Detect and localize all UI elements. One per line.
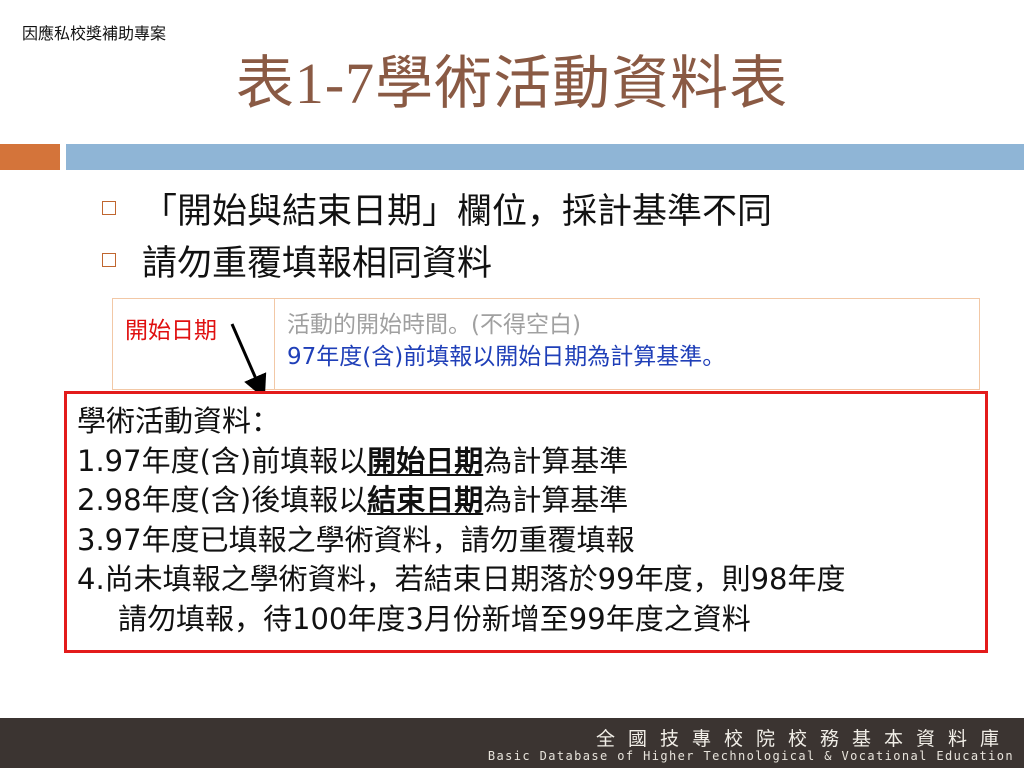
hollow-square-icon (102, 201, 116, 215)
hollow-square-icon (102, 253, 116, 267)
note-heading: 學術活動資料： (77, 404, 281, 438)
note-item-2: 2.98年度(含)後填報以結束日期為計算基準 (77, 481, 985, 521)
slide-title: 表1-7學術活動資料表 (235, 51, 789, 116)
accent-bar-blue (66, 144, 1024, 170)
note-item-1-emph: 開始日期 (367, 443, 484, 478)
bullet-text: 請勿重覆填報相同資料 (142, 243, 493, 283)
bullet-item: 請勿重覆填報相同資料 (100, 234, 772, 286)
note-item-2-emph: 結束日期 (367, 483, 484, 517)
bullet-list: 「開始與結束日期」欄位，採計基準不同 請勿重覆填報相同資料 (100, 182, 772, 286)
accent-bar-orange (0, 144, 60, 170)
bullet-text: 「開始與結束日期」欄位，採計基準不同 (142, 191, 773, 231)
note-item-4-line1: 4.尚未填報之學術資料，若結束日期落於99年度，則98年度 (77, 562, 846, 596)
note-item-3: 3.97年度已填報之學術資料，請勿重覆填報 (77, 522, 635, 557)
footer-subtitle: Basic Database of Higher Technological &… (487, 749, 1014, 763)
note-box: 學術活動資料： 1.97年度(含)前填報以開始日期為計算基準 2.98年度(含)… (64, 391, 988, 653)
bullet-item: 「開始與結束日期」欄位，採計基準不同 (100, 182, 772, 234)
note-item-4-line2: 請勿填報，待100年度3月份新增至99年度之資料 (118, 601, 751, 636)
field-desc-line2: 97年度(含)前填報以開始日期為計算基準。 (287, 344, 726, 370)
arrow-down-icon (230, 323, 267, 399)
note-item-1-prefix: 1.97年度(含)前填報以 (77, 443, 368, 478)
field-desc-line1: 活動的開始時間。(不得空白) (287, 312, 581, 338)
footer: 全國技專校院校務基本資料庫 Basic Database of Higher T… (0, 718, 1024, 768)
footer-title: 全國技專校院校務基本資料庫 (595, 728, 1012, 750)
note-item-2-prefix: 2.98年度(含)後填報以 (77, 483, 368, 517)
note-item-1: 1.97年度(含)前填報以開始日期為計算基準 (77, 442, 985, 482)
note-item-2-suffix: 為計算基準 (483, 483, 629, 517)
note-item-1-suffix: 為計算基準 (483, 443, 629, 478)
field-description: 活動的開始時間。(不得空白) 97年度(含)前填報以開始日期為計算基準。 (275, 299, 725, 389)
